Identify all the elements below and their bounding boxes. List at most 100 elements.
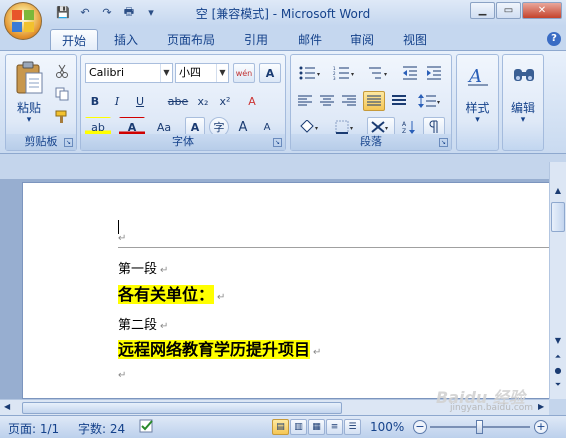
full-screen-view-icon[interactable]: ▥ (290, 419, 307, 435)
copy-button[interactable] (52, 84, 72, 104)
tab-home[interactable]: 开始 (50, 29, 98, 50)
numbering-icon: 123▾ (333, 66, 354, 80)
proofing-icon[interactable] (138, 418, 156, 437)
zoom-in-button[interactable]: + (534, 420, 548, 434)
styles-group[interactable]: A 样式 ▾ (456, 54, 499, 151)
italic-button[interactable]: I (107, 91, 127, 111)
increase-indent-button[interactable] (423, 63, 445, 83)
justify-icon (367, 95, 381, 106)
font-name-combo[interactable]: Calibri ▼ (85, 63, 173, 83)
maximize-button[interactable]: ▭ (496, 2, 521, 19)
help-icon[interactable]: ? (547, 32, 561, 46)
font-size-dropdown-icon[interactable]: ▼ (216, 64, 228, 82)
ruler-strip (0, 155, 566, 179)
tab-review[interactable]: 审阅 (340, 29, 384, 50)
highlighted-text-2: 远程网络教育学历提升项目 (118, 340, 311, 359)
paragraph-1: 第一段 ↵ (118, 262, 169, 277)
editing-group[interactable]: 编辑 ▾ (502, 54, 544, 151)
align-left-button[interactable] (295, 91, 315, 111)
paste-label: 粘贴 (16, 101, 41, 115)
scissors-icon (56, 64, 68, 78)
document-page[interactable]: ↵ 第一段 ↵ 各有关单位： ↵ 第二段 ↵ 远程网络教育学历提升项目 ↵ ↵ (22, 182, 550, 399)
subscript-button[interactable]: x₂ (193, 91, 213, 111)
status-bar: 页面: 1/1 字数: 24 ▤ ▥ ▦ ≡ ☰ 100% − + (0, 415, 566, 438)
justify-button[interactable] (363, 91, 385, 111)
zoom-out-button[interactable]: − (413, 420, 427, 434)
vertical-scroll-thumb[interactable] (551, 202, 565, 232)
ribbon: 粘贴 ▾ 剪贴板 ↘ Calibri ▼ 小四 ▼ wén A B I U ab… (0, 50, 566, 154)
phonetic-guide-button[interactable]: wén (233, 63, 255, 83)
font-name-dropdown-icon[interactable]: ▼ (160, 64, 172, 82)
paint-bucket-icon: ▾ (300, 120, 318, 133)
font-name-value: Calibri (89, 66, 125, 79)
paste-dropdown-icon: ▾ (26, 115, 32, 125)
paragraph-empty-2: ↵ (118, 370, 127, 381)
scroll-down-icon[interactable]: ▼ (551, 334, 565, 348)
svg-text:▾: ▾ (317, 71, 320, 78)
office-button[interactable] (4, 2, 42, 40)
tab-insert[interactable]: 插入 (104, 29, 148, 50)
cut-button[interactable] (52, 61, 72, 81)
word-count[interactable]: 字数: 24 (78, 420, 125, 437)
decrease-indent-button[interactable] (399, 63, 421, 83)
align-right-icon (342, 95, 356, 106)
close-button[interactable]: ✕ (522, 2, 562, 19)
bold-button[interactable]: B (85, 91, 105, 111)
numbering-button[interactable]: 1 2 3 ▾ (329, 63, 359, 83)
char-border-button[interactable]: A (259, 63, 281, 83)
zoom-slider-knob[interactable] (476, 420, 483, 434)
increase-indent-icon (427, 66, 441, 80)
paragraph-launcher-icon[interactable]: ↘ (439, 138, 448, 147)
paragraph-2: 各有关单位： ↵ (118, 285, 226, 304)
ribbon-tabs: 开始 插入 页面布局 引用 邮件 审阅 视图 ? (0, 26, 566, 50)
header-line (118, 247, 550, 248)
font-size-combo[interactable]: 小四 ▼ (175, 63, 229, 83)
tab-page-layout[interactable]: 页面布局 (158, 29, 224, 50)
outline-view-icon[interactable]: ≡ (326, 419, 343, 435)
tab-view[interactable]: 视图 (393, 29, 437, 50)
strikethrough-button[interactable]: abe (165, 91, 191, 111)
scroll-left-icon[interactable]: ◀ (4, 402, 10, 411)
next-page-icon[interactable]: ⏷ (551, 378, 565, 392)
clear-format-button[interactable]: A (241, 91, 263, 111)
clipboard-launcher-icon[interactable]: ↘ (64, 138, 73, 147)
paste-button[interactable]: 粘贴 ▾ (10, 59, 48, 129)
superscript-button[interactable]: x² (215, 91, 235, 111)
page-count[interactable]: 页面: 1/1 (8, 420, 59, 437)
zoom-level[interactable]: 100% (370, 420, 404, 434)
underline-button[interactable]: U (129, 91, 151, 111)
font-group-label: 字体 (81, 134, 285, 150)
print-layout-view-icon[interactable]: ▤ (272, 419, 289, 435)
svg-text:▾: ▾ (351, 71, 354, 78)
line-spacing-button[interactable]: ▾ (415, 91, 445, 111)
draft-view-icon[interactable]: ☰ (344, 419, 361, 435)
office-logo-icon (12, 10, 34, 32)
bullets-button[interactable]: ▾ (295, 63, 325, 83)
horizontal-scroll-thumb[interactable] (22, 402, 342, 414)
font-size-value: 小四 (179, 66, 201, 79)
svg-text:▾: ▾ (350, 125, 353, 132)
prev-page-icon[interactable]: ⏶ (551, 350, 565, 364)
svg-text:3: 3 (333, 76, 336, 80)
highlighted-text-1: 各有关单位： (118, 285, 215, 304)
scroll-up-icon[interactable]: ▲ (551, 184, 565, 198)
chinese-layout-icon: ▾ (371, 121, 388, 133)
editing-dropdown-icon: ▾ (520, 115, 526, 125)
tab-references[interactable]: 引用 (234, 29, 278, 50)
svg-text:A: A (467, 66, 482, 87)
distributed-button[interactable] (389, 91, 409, 111)
multilevel-list-button[interactable]: ▾ (363, 63, 393, 83)
svg-text:▾: ▾ (384, 71, 387, 78)
svg-text:A: A (402, 121, 407, 128)
align-right-button[interactable] (339, 91, 359, 111)
tab-mailings[interactable]: 邮件 (288, 29, 332, 50)
browse-object-icon[interactable]: ● (551, 364, 565, 378)
align-center-button[interactable] (317, 91, 337, 111)
minimize-button[interactable]: ▁ (470, 2, 495, 19)
format-painter-button[interactable] (52, 107, 72, 127)
web-layout-view-icon[interactable]: ▦ (308, 419, 325, 435)
vertical-scrollbar[interactable]: ▲ ▼ ⏶ ● ⏷ (549, 162, 566, 399)
editing-label: 编辑 (510, 101, 535, 115)
font-launcher-icon[interactable]: ↘ (273, 138, 282, 147)
scroll-right-icon[interactable]: ▶ (538, 402, 544, 411)
